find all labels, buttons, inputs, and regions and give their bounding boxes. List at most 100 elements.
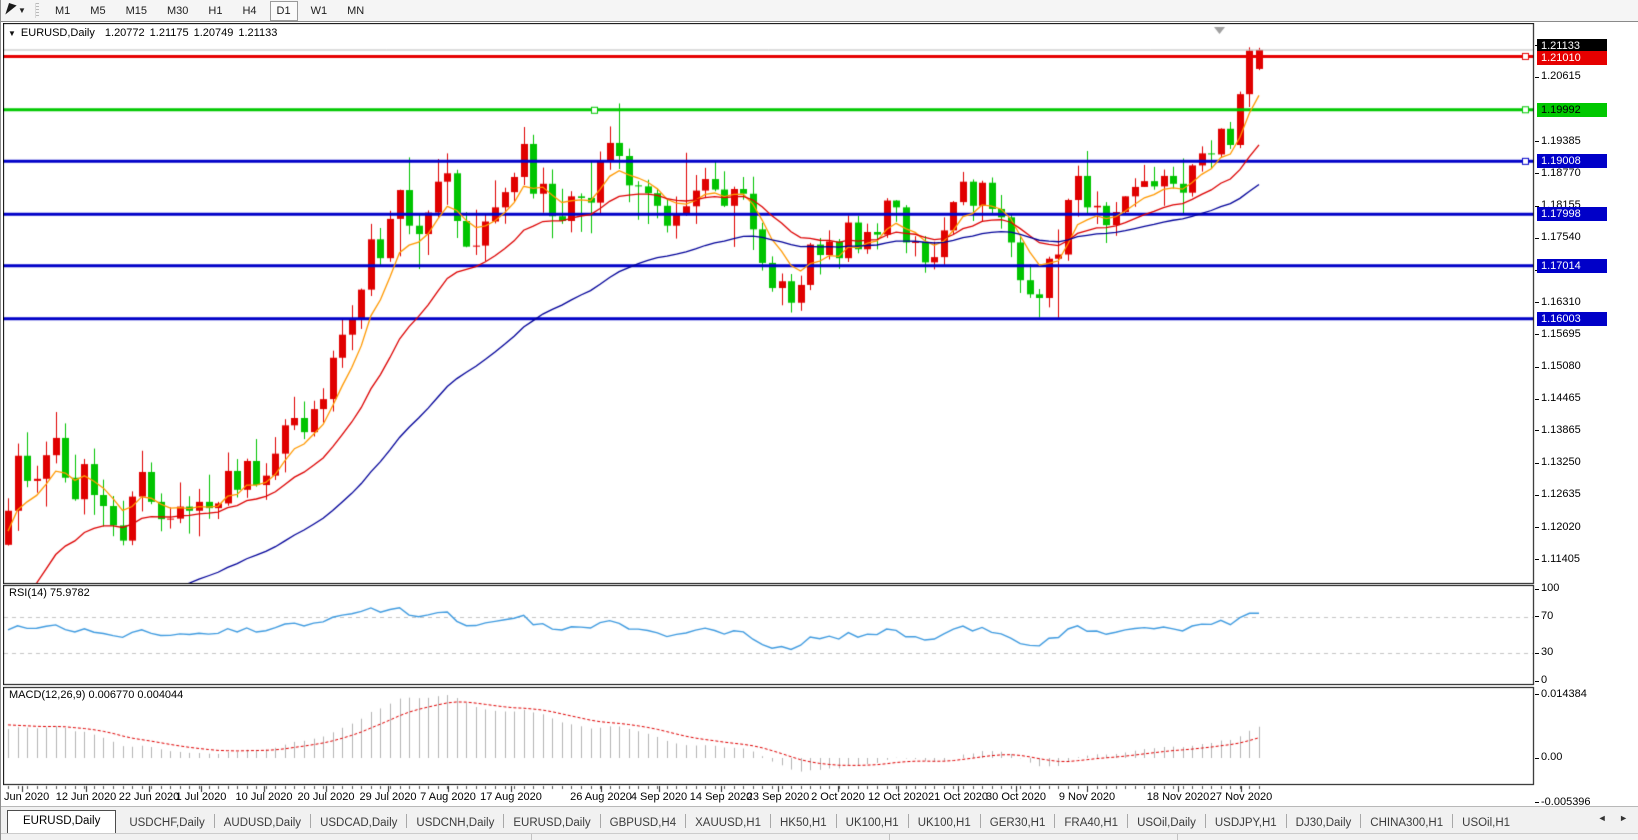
date-label: 30 Oct 2020 [986, 791, 1046, 803]
price-badge: 1.16003 [1537, 312, 1607, 326]
axis-tick [1535, 527, 1539, 528]
chart-tab-usdjpy-h1[interactable]: USDJPY,H1 [1206, 813, 1286, 833]
price-tick-label: 1.20615 [1541, 70, 1581, 82]
chart-tab-dj30-daily[interactable]: DJ30,Daily [1287, 813, 1361, 833]
date-label: 10 Jul 2020 [236, 791, 293, 803]
status-strip [1, 833, 1638, 840]
price-tick-label: 1.12635 [1541, 488, 1581, 500]
rsi-tick-label: 0 [1541, 674, 1547, 686]
close-value: 1.21133 [238, 27, 277, 39]
date-label: 1 Jul 2020 [176, 791, 227, 803]
chart-tab-china300-h1[interactable]: CHINA300,H1 [1361, 813, 1452, 833]
macd-tick-label: 0.00 [1541, 751, 1562, 763]
date-label: 3 Jun 2020 [0, 791, 49, 803]
chart-tab-fra40-h1[interactable]: FRA40,H1 [1055, 813, 1127, 833]
chart-tab-usoil-daily[interactable]: USOil,Daily [1128, 813, 1205, 833]
price-tick-label: 1.18770 [1541, 167, 1581, 179]
date-label: 18 Nov 2020 [1147, 791, 1209, 803]
date-label: 2 Oct 2020 [811, 791, 865, 803]
date-label: 4 Sep 2020 [631, 791, 687, 803]
tab-scroll-right-icon[interactable]: ► [1619, 813, 1633, 823]
high-value: 1.21175 [150, 27, 189, 39]
timeframe-m15[interactable]: M15 [119, 1, 154, 21]
chart-tab-uk100-h1[interactable]: UK100,H1 [909, 813, 980, 833]
timeframe-d1[interactable]: D1 [270, 1, 298, 21]
chart-tab-ger30-h1[interactable]: GER30,H1 [981, 813, 1055, 833]
cursor-tool-button[interactable]: ▼ [7, 6, 33, 16]
timeframe-mn[interactable]: MN [340, 1, 371, 21]
date-label: 17 Aug 2020 [480, 791, 542, 803]
chart-tab-eurusd-daily[interactable]: EURUSD,Daily [7, 810, 116, 833]
date-label: 23 Sep 2020 [747, 791, 809, 803]
price-badge: 1.17998 [1537, 207, 1607, 221]
chart-tab-bar: EURUSD,DailyUSDCHF,DailyAUDUSD,DailyUSDC… [1, 806, 1638, 833]
macd-tick-label: -0.005396 [1541, 796, 1591, 808]
axis-tick [1535, 681, 1539, 682]
macd-label: MACD(12,26,9) 0.006770 0.004044 [9, 689, 183, 701]
chart-tab-audusd-daily[interactable]: AUDUSD,Daily [215, 813, 310, 833]
date-label: 26 Aug 2020 [570, 791, 632, 803]
low-value: 1.20749 [194, 27, 234, 39]
timeframe-toolbar: ▼ M1 M5 M15 M30 H1 H4 D1 W1MN [1, 0, 1638, 22]
date-label: 7 Aug 2020 [420, 791, 476, 803]
toolbar-grip[interactable] [35, 3, 39, 18]
chart-header: ▼ EURUSD,Daily 1.20772 1.21175 1.20749 1… [8, 27, 282, 39]
timeframe-w1[interactable]: W1 [304, 1, 335, 21]
symbol-dropdown-icon[interactable]: ▼ [8, 29, 16, 38]
price-badge: 1.19992 [1537, 103, 1607, 117]
axis-tick [1535, 589, 1539, 590]
axis-tick [1535, 495, 1539, 496]
axis-tick [1535, 758, 1539, 759]
chart-tab-eurusd-daily[interactable]: EURUSD,Daily [504, 813, 599, 833]
axis-tick [1535, 616, 1539, 617]
timeframe-h1[interactable]: H1 [201, 1, 229, 21]
cursor-icon [5, 3, 16, 17]
axis-tick [1535, 802, 1539, 803]
date-label: 20 Jul 2020 [298, 791, 355, 803]
timeframe-m5[interactable]: M5 [83, 1, 112, 21]
price-tick-label: 1.11405 [1541, 553, 1580, 565]
chart-tab-gbpusd-h4[interactable]: GBPUSD,H4 [601, 813, 685, 833]
axis-tick [1535, 334, 1539, 335]
axis-tick [1535, 430, 1539, 431]
date-label: 27 Nov 2020 [1210, 791, 1272, 803]
chart-canvas[interactable] [3, 23, 1535, 806]
axis-tick [1535, 653, 1539, 654]
date-label: 12 Oct 2020 [868, 791, 928, 803]
axis-tick [1535, 302, 1539, 303]
rsi-label: RSI(14) 75.9782 [9, 587, 90, 599]
chart-tab-usdchf-daily[interactable]: USDCHF,Daily [120, 813, 213, 833]
axis-tick [1535, 238, 1539, 239]
chart-tab-xauusd-h1[interactable]: XAUUSD,H1 [686, 813, 770, 833]
macd-tick-label: 0.014384 [1541, 688, 1587, 700]
price-tick-label: 1.17540 [1541, 231, 1581, 243]
price-badge: 1.21010 [1537, 51, 1607, 65]
rsi-tick-label: 100 [1541, 582, 1559, 594]
timeframe-m30[interactable]: M30 [160, 1, 195, 21]
axis-tick [1535, 77, 1539, 78]
rsi-tick-label: 70 [1541, 610, 1553, 622]
timeframe-m1[interactable]: M1 [48, 1, 77, 21]
axis-tick [1535, 559, 1539, 560]
timeframe-h4[interactable]: H4 [235, 1, 263, 21]
tab-scroll-left-icon[interactable]: ◄ [1598, 813, 1612, 823]
axis-tick [1535, 399, 1539, 400]
date-label: 29 Jul 2020 [360, 791, 417, 803]
price-tick-label: 1.16310 [1541, 296, 1581, 308]
axis-tick [1535, 694, 1539, 695]
chart-tab-uk100-h1[interactable]: UK100,H1 [837, 813, 908, 833]
price-badge: 1.19008 [1537, 154, 1607, 168]
chart-tab-usdcnh-daily[interactable]: USDCNH,Daily [407, 813, 503, 833]
date-label: 22 Jun 2020 [119, 791, 180, 803]
timeframe-buttons: M1 M5 M15 M30 H1 H4 D1 W1MN [45, 1, 374, 21]
axis-tick [1535, 367, 1539, 368]
axis-tick [1535, 173, 1539, 174]
chart-tab-usdcad-daily[interactable]: USDCAD,Daily [311, 813, 406, 833]
chart-tab-hk50-h1[interactable]: HK50,H1 [771, 813, 836, 833]
mt4-window: ▼ M1 M5 M15 M30 H1 H4 D1 W1MN ▼ EURUSD,Daily 1.… [0, 0, 1638, 840]
status-divider [531, 834, 532, 840]
tab-scroll-arrows: ◄ ► [1598, 813, 1633, 823]
chart-tab-usoil-h1[interactable]: USOil,H1 [1453, 813, 1519, 833]
price-tick-label: 1.15695 [1541, 328, 1581, 340]
status-divider [1177, 834, 1178, 840]
